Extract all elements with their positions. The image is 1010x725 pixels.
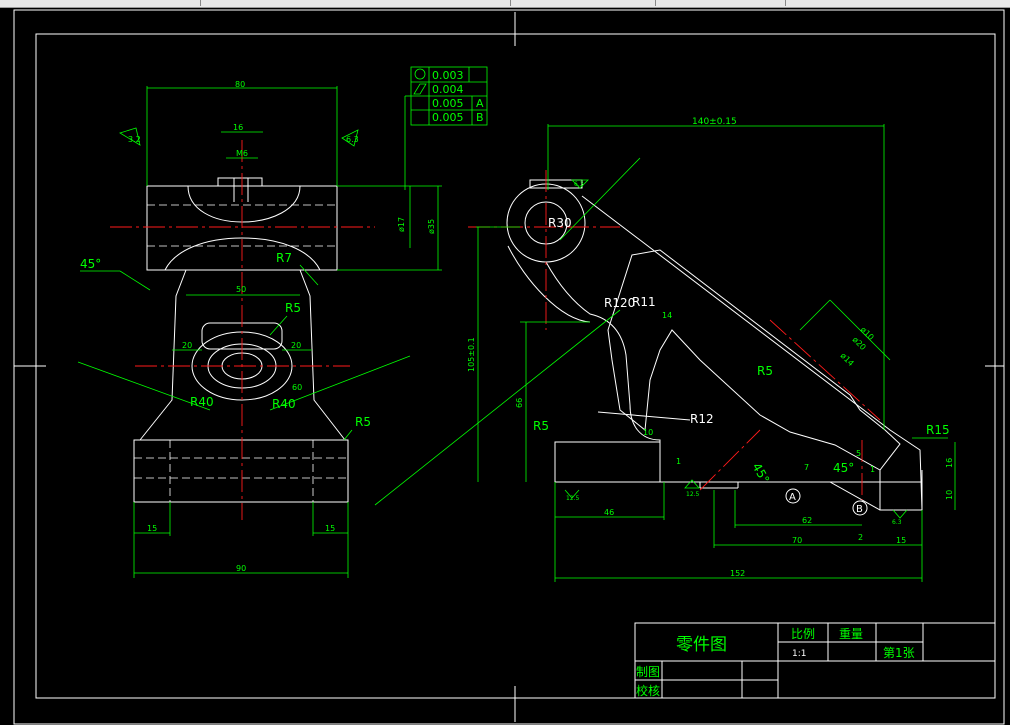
dim-14: 14: [662, 311, 672, 320]
checked-label: 校核: [636, 683, 660, 698]
title-block: 零件图 比例 重量 1:1 第1张 制图 校核: [634, 622, 996, 699]
dim-80: 80: [235, 80, 245, 89]
outer-frame: [13, 9, 1005, 725]
angled-centerline: [699, 429, 761, 491]
arm-outline: [545, 195, 923, 511]
radius-r5-d: R5: [757, 364, 773, 378]
dim-20-right: 20: [291, 341, 301, 350]
dim-1-left: 1: [676, 457, 681, 466]
tol-row4-value: 0.005: [432, 111, 464, 124]
dim-105: 105±0.1: [467, 337, 476, 372]
radius-r5-a: R5: [285, 301, 301, 315]
roughness-6: 6.3: [574, 181, 584, 188]
dim-15-right: 15: [325, 524, 335, 533]
dim-46: 46: [604, 508, 614, 517]
roughness-4: 12.5: [686, 491, 700, 498]
scale-label: 比例: [791, 627, 815, 641]
dim-140: 140±0.15: [692, 117, 737, 127]
scale-value: 1:1: [792, 649, 806, 659]
radius-r5-c: R5: [533, 419, 549, 433]
front-view-dimensions: 80 16 M6 ø17 ø35 45° R7 50 R5 20 20 R40 …: [77, 80, 442, 578]
tol-row1: 0.003: [432, 69, 464, 82]
base-section-hatch: [554, 441, 661, 483]
section-hatch-top: [187, 177, 301, 223]
radius-r11: R11: [632, 295, 656, 309]
dim-10: 10: [643, 428, 653, 437]
datum-a-label: A: [789, 492, 796, 503]
roughness-3: 12.5: [566, 495, 580, 502]
dim-152: 152: [730, 569, 745, 578]
radius-r40-left: R40: [190, 395, 214, 409]
radius-r40-right: R40: [272, 397, 296, 411]
roughness-1: 3.2: [128, 135, 141, 144]
dim-16: 16: [945, 458, 954, 468]
datum-b-label: B: [856, 504, 863, 515]
arm-inner-curve: [507, 245, 591, 323]
radius-r30: R30: [548, 216, 572, 230]
dim-15-left: 15: [147, 524, 157, 533]
body-left-outline: [139, 269, 187, 441]
tol-row3-ref: A: [476, 97, 484, 110]
side-view-dimensions: 140±0.15 R30 R120 R11 R12 105±0.1 66 R5 …: [374, 117, 956, 582]
base-block: [133, 439, 349, 503]
angle-45-left: 45°: [80, 257, 101, 271]
title-text: 零件图: [676, 635, 727, 655]
tol-row3-value: 0.005: [432, 97, 464, 110]
dim-66: 66: [515, 398, 524, 408]
roughness-2: 6.3: [346, 135, 359, 144]
drawing-canvas[interactable]: 80 16 M6 ø17 ø35 45° R7 50 R5 20 20 R40 …: [0, 0, 1010, 725]
roundness-icon: [414, 68, 426, 80]
right-foot-hatch: [879, 470, 923, 511]
dim-90: 90: [236, 564, 246, 573]
body-right-outline: [299, 269, 346, 441]
sheet-label: 第1张: [883, 646, 915, 660]
radius-r12: R12: [690, 412, 714, 426]
tolerance-frame: 0.003 0.004 0.005 A 0.005 B: [404, 66, 488, 190]
tol-row4-ref: B: [476, 111, 484, 124]
arm-section-hatch: [607, 249, 901, 471]
dim-70: 70: [792, 536, 802, 545]
dim-62: 62: [802, 516, 812, 525]
dim-d35: ø35: [427, 219, 436, 234]
dim-7: 7: [804, 463, 809, 472]
radius-r15: R15: [926, 423, 950, 437]
radius-r7: R7: [276, 251, 292, 265]
dim-15-side: 15: [896, 536, 906, 545]
neck-curve: [164, 237, 321, 271]
dim-5: 5: [856, 449, 861, 458]
dim-10-foot: 10: [945, 490, 954, 500]
radius-r120: R120: [604, 296, 635, 310]
dim-50: 50: [236, 285, 246, 294]
tol-row2: 0.004: [432, 83, 464, 96]
dim-d17: ø17: [397, 217, 406, 232]
dim-60: 60: [292, 383, 302, 392]
dim-d16: 16: [233, 123, 243, 132]
roughness-5: 6.3: [892, 519, 902, 526]
dim-1-right: 1: [870, 465, 875, 474]
dim-m6: M6: [236, 149, 248, 158]
weight-label: 重量: [839, 627, 863, 641]
radius-r5-b: R5: [355, 415, 371, 429]
angle-45-right: 45°: [833, 461, 854, 475]
drawn-label: 制图: [636, 665, 660, 679]
dim-phi14: ø14: [839, 351, 856, 368]
dim-20-left: 20: [182, 341, 192, 350]
front-view: [110, 140, 375, 520]
cylindricity-icon: [413, 83, 427, 95]
dim-2: 2: [858, 533, 863, 542]
